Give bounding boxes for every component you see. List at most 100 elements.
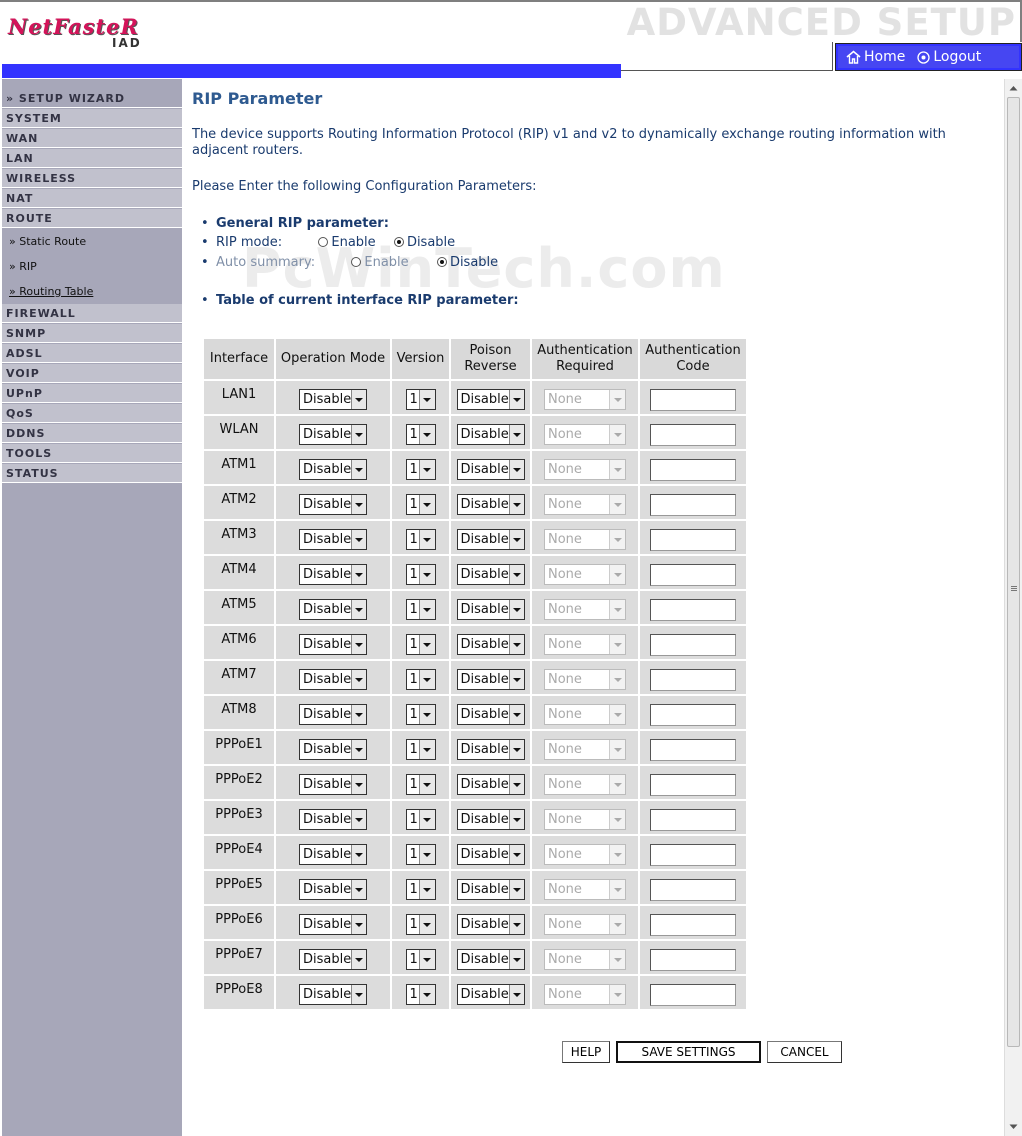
- auth-code-input-pppoe5[interactable]: [650, 878, 736, 901]
- version-select-wlan[interactable]: 1: [405, 424, 436, 445]
- operation-mode-select-pppoe7[interactable]: Disable: [299, 949, 367, 970]
- version-select-atm7[interactable]: 1: [405, 669, 436, 690]
- poison-reverse-select-pppoe3[interactable]: Disable: [456, 809, 525, 830]
- version-select-pppoe8[interactable]: 1: [405, 984, 436, 1005]
- poison-reverse-select-pppoe6[interactable]: Disable: [456, 914, 525, 935]
- auth-code-input-atm6[interactable]: [650, 633, 736, 656]
- sidebar-item-wan[interactable]: WAN: [2, 129, 182, 148]
- operation-mode-select-atm8[interactable]: Disable: [299, 704, 367, 725]
- scroll-thumb[interactable]: [1007, 97, 1020, 1047]
- save-settings-button[interactable]: SAVE SETTINGS: [616, 1041, 761, 1063]
- rip-mode-enable-radio[interactable]: [318, 237, 329, 247]
- poison-reverse-select-pppoe4[interactable]: Disable: [456, 844, 525, 865]
- poison-reverse-select-lan1[interactable]: Disable: [456, 389, 525, 410]
- version-select-pppoe1[interactable]: 1: [405, 739, 436, 760]
- auth-code-input-atm3[interactable]: [650, 528, 736, 551]
- poison-reverse-select-pppoe2[interactable]: Disable: [456, 774, 525, 795]
- scroll-up-button[interactable]: [1005, 79, 1022, 96]
- version-select-atm5[interactable]: 1: [405, 599, 436, 620]
- poison-reverse-select-atm2[interactable]: Disable: [456, 494, 525, 515]
- poison-reverse-select-atm6[interactable]: Disable: [456, 634, 525, 655]
- scroll-down-button[interactable]: [1005, 1118, 1022, 1135]
- operation-mode-select-atm4[interactable]: Disable: [299, 564, 367, 585]
- auth-code-input-pppoe7[interactable]: [650, 948, 736, 971]
- auth-code-input-pppoe4[interactable]: [650, 843, 736, 866]
- auth-code-input-atm1[interactable]: [650, 458, 736, 481]
- version-select-lan1[interactable]: 1: [405, 389, 436, 410]
- sidebar-item-adsl[interactable]: ADSL: [2, 344, 182, 363]
- auth-code-input-atm2[interactable]: [650, 493, 736, 516]
- auth-code-input-pppoe1[interactable]: [650, 738, 736, 761]
- operation-mode-select-atm5[interactable]: Disable: [299, 599, 367, 620]
- poison-reverse-select-atm3[interactable]: Disable: [456, 529, 525, 550]
- poison-reverse-select-atm4[interactable]: Disable: [456, 564, 525, 585]
- auth-code-input-wlan[interactable]: [650, 423, 736, 446]
- sidebar-item-wireless[interactable]: WIRELESS: [2, 169, 182, 188]
- sidebar-subitem-rip[interactable]: » RIP: [2, 254, 182, 279]
- sidebar-item-ddns[interactable]: DDNS: [2, 424, 182, 443]
- sidebar-subitem-routing-table[interactable]: » Routing Table: [2, 279, 182, 304]
- version-select-pppoe7[interactable]: 1: [405, 949, 436, 970]
- operation-mode-select-pppoe2[interactable]: Disable: [299, 774, 367, 795]
- sidebar-item-qos[interactable]: QoS: [2, 404, 182, 423]
- operation-mode-select-pppoe1[interactable]: Disable: [299, 739, 367, 760]
- operation-mode-select-pppoe8[interactable]: Disable: [299, 984, 367, 1005]
- poison-reverse-select-pppoe8[interactable]: Disable: [456, 984, 525, 1005]
- version-select-pppoe3[interactable]: 1: [405, 809, 436, 830]
- version-select-atm6[interactable]: 1: [405, 634, 436, 655]
- version-select-atm4[interactable]: 1: [405, 564, 436, 585]
- operation-mode-select-atm6[interactable]: Disable: [299, 634, 367, 655]
- poison-reverse-select-atm8[interactable]: Disable: [456, 704, 525, 725]
- auth-code-input-pppoe2[interactable]: [650, 773, 736, 796]
- version-select-pppoe2[interactable]: 1: [405, 774, 436, 795]
- operation-mode-select-wlan[interactable]: Disable: [299, 424, 367, 445]
- version-select-pppoe4[interactable]: 1: [405, 844, 436, 865]
- poison-reverse-select-atm7[interactable]: Disable: [456, 669, 525, 690]
- sidebar-item-system[interactable]: SYSTEM: [2, 109, 182, 128]
- auth-code-input-atm4[interactable]: [650, 563, 736, 586]
- auth-code-input-atm7[interactable]: [650, 668, 736, 691]
- rip-mode-disable-radio[interactable]: [393, 237, 404, 247]
- logout-link[interactable]: Logout: [917, 49, 981, 65]
- sidebar-item-nat[interactable]: NAT: [2, 189, 182, 208]
- auth-code-input-atm8[interactable]: [650, 703, 736, 726]
- poison-reverse-select-pppoe5[interactable]: Disable: [456, 879, 525, 900]
- auth-code-input-pppoe6[interactable]: [650, 913, 736, 936]
- sidebar-item-voip[interactable]: VOIP: [2, 364, 182, 383]
- auth-code-input-atm5[interactable]: [650, 598, 736, 621]
- poison-reverse-select-pppoe7[interactable]: Disable: [456, 949, 525, 970]
- sidebar-item-tools[interactable]: TOOLS: [2, 444, 182, 463]
- version-select-atm3[interactable]: 1: [405, 529, 436, 550]
- help-button[interactable]: HELP: [562, 1041, 610, 1063]
- version-select-pppoe5[interactable]: 1: [405, 879, 436, 900]
- auto-summary-disable-radio[interactable]: [436, 257, 447, 267]
- operation-mode-select-pppoe3[interactable]: Disable: [299, 809, 367, 830]
- sidebar-subitem-static-route[interactable]: » Static Route: [2, 229, 182, 254]
- operation-mode-select-atm2[interactable]: Disable: [299, 494, 367, 515]
- auth-code-input-lan1[interactable]: [650, 388, 736, 411]
- version-select-atm8[interactable]: 1: [405, 704, 436, 725]
- version-select-atm2[interactable]: 1: [405, 494, 436, 515]
- operation-mode-select-atm1[interactable]: Disable: [299, 459, 367, 480]
- poison-reverse-select-pppoe1[interactable]: Disable: [456, 739, 525, 760]
- auto-summary-enable-radio[interactable]: [351, 257, 362, 267]
- poison-reverse-select-atm1[interactable]: Disable: [456, 459, 525, 480]
- cancel-button[interactable]: CANCEL: [767, 1041, 842, 1063]
- sidebar-item-route[interactable]: ROUTE: [2, 209, 182, 228]
- sidebar-item-setup-wizard[interactable]: » SETUP WIZARD: [2, 89, 182, 108]
- sidebar-item-upnp[interactable]: UPnP: [2, 384, 182, 403]
- routing-table-link[interactable]: » Routing Table: [9, 285, 93, 298]
- version-select-atm1[interactable]: 1: [405, 459, 436, 480]
- poison-reverse-select-atm5[interactable]: Disable: [456, 599, 525, 620]
- version-select-pppoe6[interactable]: 1: [405, 914, 436, 935]
- sidebar-item-status[interactable]: STATUS: [2, 464, 182, 483]
- operation-mode-select-lan1[interactable]: Disable: [299, 389, 367, 410]
- auth-code-input-pppoe8[interactable]: [650, 983, 736, 1006]
- operation-mode-select-pppoe6[interactable]: Disable: [299, 914, 367, 935]
- sidebar-item-snmp[interactable]: SNMP: [2, 324, 182, 343]
- operation-mode-select-pppoe4[interactable]: Disable: [299, 844, 367, 865]
- sidebar-item-firewall[interactable]: FIREWALL: [2, 304, 182, 323]
- operation-mode-select-atm7[interactable]: Disable: [299, 669, 367, 690]
- home-link[interactable]: Home: [846, 49, 905, 65]
- sidebar-item-lan[interactable]: LAN: [2, 149, 182, 168]
